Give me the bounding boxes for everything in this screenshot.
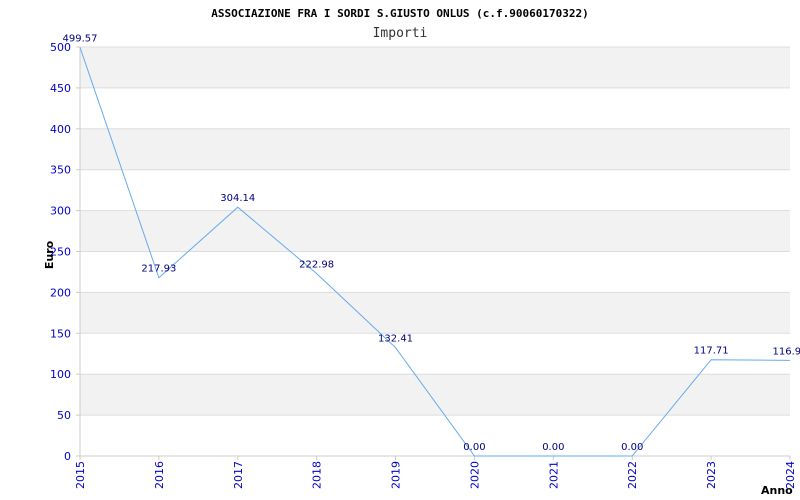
data-label: 117.71	[694, 346, 729, 357]
x-tick-label: 2022	[626, 461, 639, 489]
y-tick-label: 400	[50, 123, 71, 136]
x-tick-label: 2020	[468, 461, 481, 489]
y-tick-label: 0	[64, 450, 71, 463]
plot-band	[80, 374, 790, 416]
data-label: 0.00	[542, 442, 564, 453]
y-tick-label: 450	[50, 82, 71, 95]
plot-band	[80, 47, 790, 88]
x-tick-label: 2017	[232, 461, 245, 489]
plot-band	[80, 333, 790, 375]
x-tick-label: 2019	[390, 461, 403, 489]
y-tick-label: 100	[50, 368, 71, 381]
y-tick-label: 150	[50, 327, 71, 340]
x-tick-label: 2016	[153, 461, 166, 489]
plot-band	[80, 169, 790, 211]
plot-band	[80, 292, 790, 334]
chart-title: ASSOCIAZIONE FRA I SORDI S.GIUSTO ONLUS …	[211, 7, 589, 20]
y-tick-label: 200	[50, 286, 71, 299]
data-label: 222.98	[299, 260, 334, 271]
data-label: 304.14	[220, 193, 255, 204]
x-axis-label: Anno	[761, 484, 793, 497]
y-axis-label: Euro	[43, 240, 56, 269]
x-tick-label: 2023	[705, 461, 718, 489]
plot-band	[80, 210, 790, 252]
data-label: 0.00	[463, 442, 485, 453]
x-tick-label: 2018	[311, 461, 324, 489]
x-tick-labels: 2015 2016 2017 2018 2019 2020 2021 2022 2023 2024	[74, 456, 797, 489]
x-tick-label: 2015	[74, 461, 87, 489]
data-label: 499.57	[63, 33, 98, 44]
data-label: 116.90	[773, 346, 800, 357]
y-tick-label: 300	[50, 205, 71, 218]
data-label: 132.41	[378, 334, 413, 345]
plot-band	[80, 128, 790, 170]
chart-subtitle: Importi	[373, 26, 428, 41]
y-tick-label: 50	[57, 409, 71, 422]
plot-band	[80, 415, 790, 456]
data-label: 217.93	[141, 264, 176, 275]
line-chart: 050100150200250300350400450500 2015 2016 2…	[43, 7, 800, 497]
plot-band	[80, 251, 790, 293]
plot-band	[80, 87, 790, 129]
data-label: 0.00	[621, 442, 643, 453]
x-tick-label: 2021	[547, 461, 560, 489]
y-tick-label: 350	[50, 164, 71, 177]
